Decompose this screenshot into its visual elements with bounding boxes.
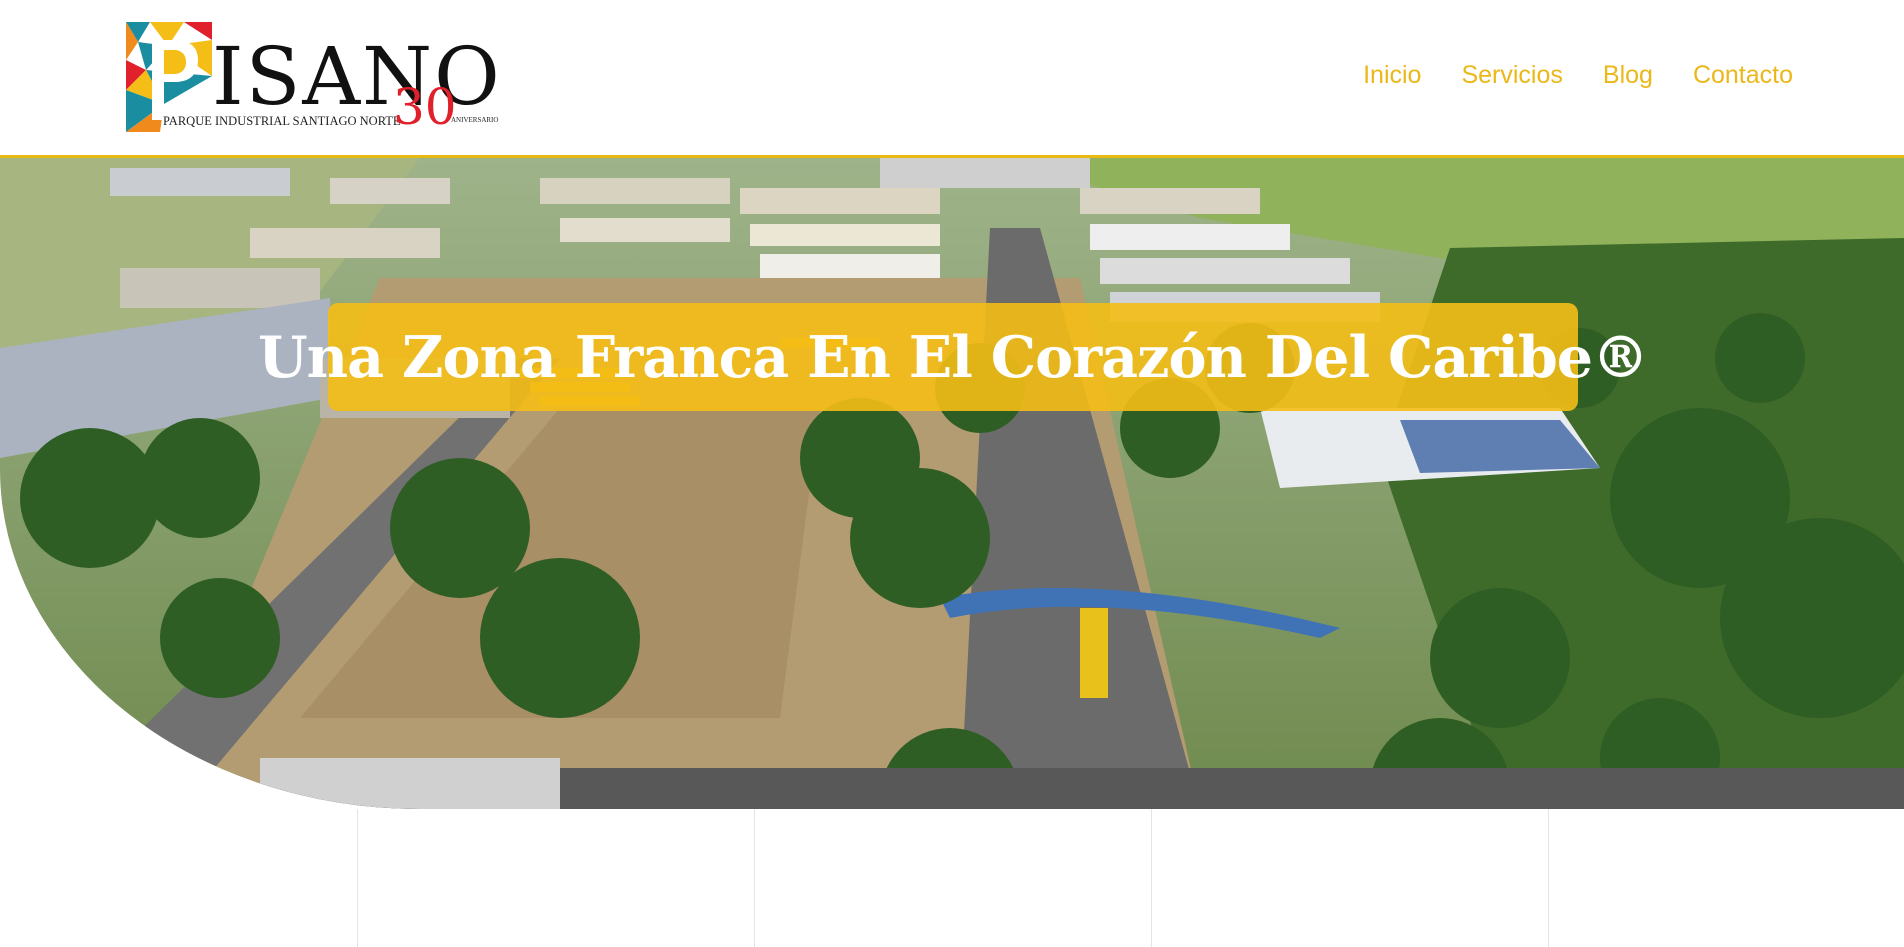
site-header: ISANO PARQUE INDUSTRIAL SANTIAGO NORTE 3…: [0, 0, 1904, 158]
nav-servicios[interactable]: Servicios: [1461, 60, 1562, 90]
nav-blog[interactable]: Blog: [1603, 60, 1653, 90]
content-columns: [0, 809, 1904, 947]
anniversary-label: ANIVERSARIO: [451, 116, 499, 124]
column-divider: [1151, 809, 1152, 947]
hero-banner: Una Zona Franca En El Corazón Del Caribe…: [0, 158, 1904, 809]
headline-banner: Una Zona Franca En El Corazón Del Caribe…: [258, 303, 1649, 411]
logo-subtitle: PARQUE INDUSTRIAL SANTIAGO NORTE: [163, 114, 401, 128]
nav-contacto[interactable]: Contacto: [1693, 60, 1793, 90]
logo-wordmark: ISANO: [212, 30, 502, 123]
column-divider: [357, 809, 358, 947]
hero-headline: Una Zona Franca En El Corazón Del Caribe…: [257, 323, 1649, 391]
column-divider: [754, 809, 755, 947]
column-divider: [1548, 809, 1549, 947]
aerial-photo-image: [0, 158, 1904, 809]
pisano-logo[interactable]: ISANO PARQUE INDUSTRIAL SANTIAGO NORTE 3…: [124, 20, 500, 136]
nav-inicio[interactable]: Inicio: [1363, 60, 1421, 90]
main-nav: Inicio Servicios Blog Contacto: [1363, 60, 1793, 90]
anniversary-number: 30: [393, 78, 457, 136]
